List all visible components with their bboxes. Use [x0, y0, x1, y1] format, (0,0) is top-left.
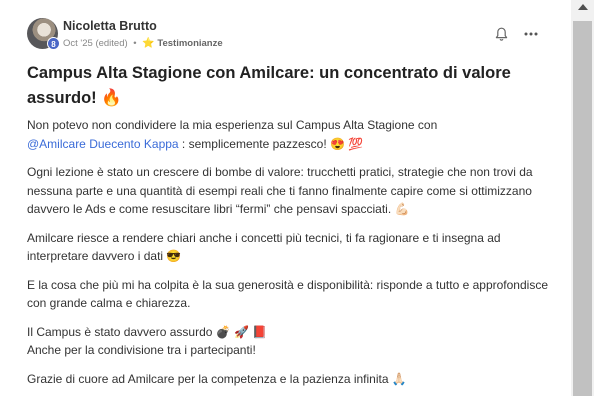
paragraph-thanks: Grazie di cuore ad Amilcare per la compe… — [27, 371, 407, 386]
scrollbar-thumb[interactable] — [573, 21, 592, 396]
paragraph-intro: Non potevo non condividere la mia esperi… — [27, 116, 552, 153]
post-body: Non potevo non condividere la mia esperi… — [27, 116, 552, 396]
paragraph-text: Non potevo non condividere la mia esperi… — [27, 118, 438, 132]
paragraph-text: Anche per la condivisione tra i partecip… — [27, 343, 256, 357]
post-header: 8 Nicoletta Brutto Oct '25 (edited) • ⭐ … — [27, 0, 552, 58]
paragraph-text: Il Campus è stato davvero assurdo 💣 🚀 📕 — [27, 324, 268, 339]
post-page: 8 Nicoletta Brutto Oct '25 (edited) • ⭐ … — [0, 0, 594, 396]
category-link[interactable]: Testimonianze — [157, 38, 222, 49]
paragraph-generosity: E la cosa che più mi ha colpita è la sua… — [27, 277, 548, 311]
star-icon: ⭐ — [142, 38, 155, 49]
meta-separator: • — [133, 38, 137, 49]
paragraph-concepts: Amilcare riesce a rendere chiari anche i… — [27, 230, 501, 264]
post-card: 8 Nicoletta Brutto Oct '25 (edited) • ⭐ … — [27, 0, 552, 386]
mention-link[interactable]: @Amilcare Duecento Kappa — [27, 137, 179, 151]
level-badge: 8 — [47, 37, 60, 50]
paragraph-lessons: Ogni lezione è stato un crescere di bomb… — [27, 165, 533, 216]
author-name[interactable]: Nicoletta Brutto — [63, 19, 157, 33]
more-options-icon[interactable] — [523, 27, 539, 41]
scroll-up-arrow-icon[interactable] — [577, 2, 589, 12]
bell-icon[interactable] — [495, 27, 508, 42]
paragraph-campus: Il Campus è stato davvero assurdo 💣 🚀 📕 … — [27, 323, 552, 360]
post-date: Oct '25 (edited) — [63, 38, 128, 49]
post-title: Campus Alta Stagione con Amilcare: un co… — [27, 64, 511, 107]
paragraph-text: : semplicemente pazzesco! 😍 💯 — [178, 136, 364, 151]
post-meta: Oct '25 (edited) • ⭐ Testimonianze — [63, 38, 223, 49]
